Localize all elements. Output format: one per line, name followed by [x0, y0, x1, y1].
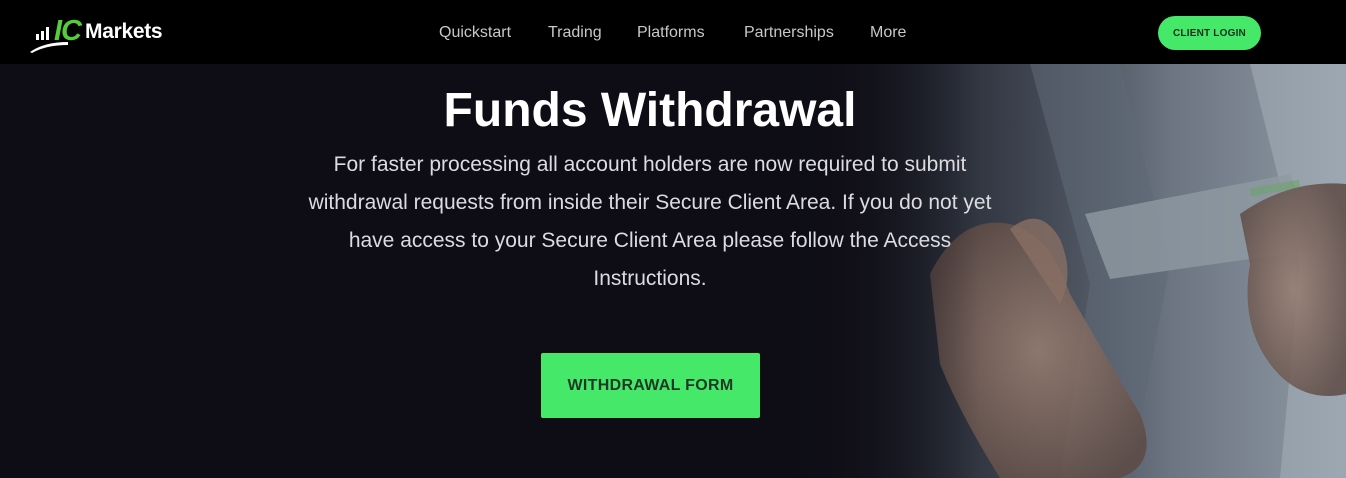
ic-markets-logo[interactable]: IC Markets	[30, 12, 180, 54]
logo-markets-text: Markets	[85, 20, 163, 43]
hero-description: For faster processing all account holder…	[308, 153, 992, 290]
client-login-button[interactable]: CLIENT LOGIN	[1158, 16, 1261, 50]
nav-item-platforms[interactable]: Platforms	[637, 23, 705, 43]
nav-item-partnerships[interactable]: Partnerships	[744, 23, 834, 43]
nav-item-quickstart[interactable]: Quickstart	[439, 23, 511, 43]
nav-item-trading[interactable]: Trading	[548, 23, 602, 43]
logo-ic-text: IC	[54, 15, 82, 47]
withdrawal-form-button[interactable]: WITHDRAWAL FORM	[541, 353, 760, 418]
page-title: Funds Withdrawal	[443, 84, 857, 137]
hero-section: Funds Withdrawal For faster processing a…	[0, 64, 1346, 478]
nav-item-more[interactable]: More	[870, 23, 906, 43]
top-navigation-bar: IC Markets Quickstart Trading Platforms …	[0, 0, 1346, 64]
page: IC Markets Quickstart Trading Platforms …	[0, 0, 1346, 478]
